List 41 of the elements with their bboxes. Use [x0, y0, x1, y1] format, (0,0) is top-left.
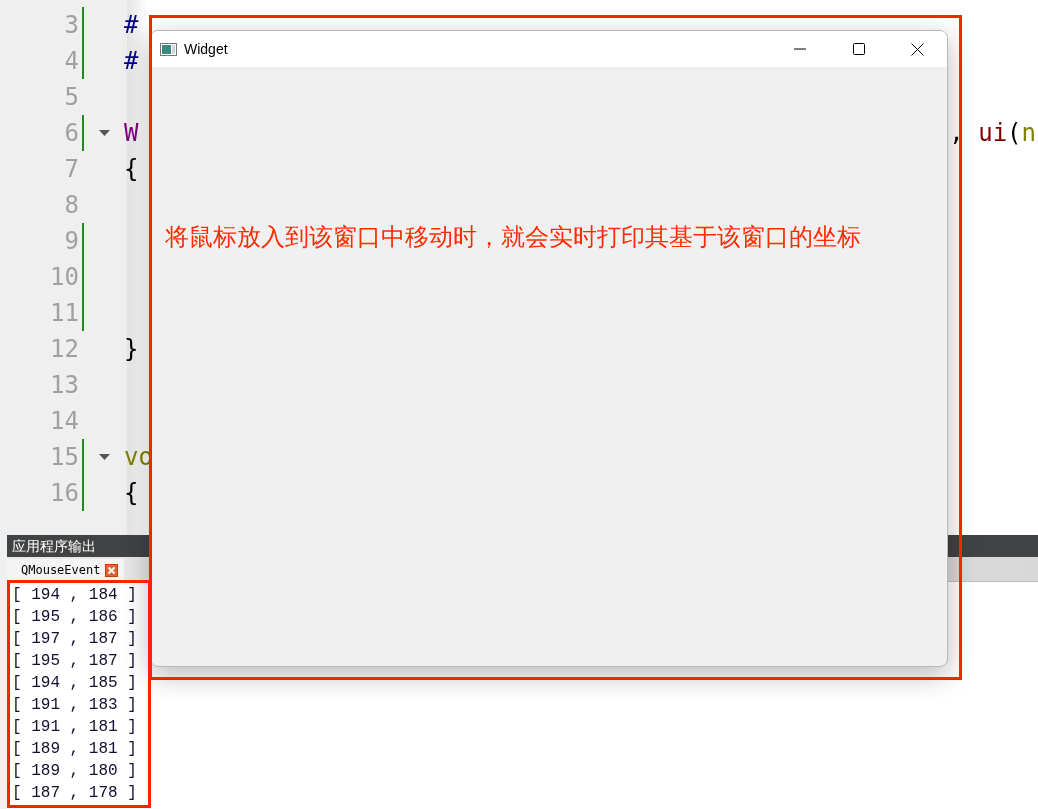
line-number: 3	[63, 11, 79, 39]
window-icon	[160, 42, 177, 56]
output-line: [ 194 , 185 ]	[12, 673, 138, 694]
code-text: }	[124, 335, 139, 363]
line-number: 11	[49, 299, 79, 327]
code-text: {	[124, 479, 139, 507]
close-icon[interactable]	[105, 563, 119, 577]
output-line: [ 191 , 181 ]	[12, 717, 138, 738]
output-line: [ 189 , 181 ]	[12, 739, 138, 760]
output-line: [ 195 , 187 ]	[12, 651, 138, 672]
output-line: [ 194 , 184 ]	[12, 585, 138, 606]
line-number: 7	[63, 155, 79, 183]
code-text: W	[124, 119, 139, 147]
close-icon	[911, 42, 924, 56]
code-text: #	[124, 47, 139, 75]
minimize-icon	[793, 48, 806, 50]
line-number: 9	[63, 227, 79, 255]
instruction-text: 将鼠标放入到该窗口中移动时，就会实时打印其基于该窗口的坐标	[165, 223, 861, 251]
fold-arrow-icon[interactable]	[98, 454, 110, 460]
code-text: #	[124, 11, 139, 39]
line-number: 16	[49, 479, 79, 507]
line-number: 15	[49, 443, 79, 471]
line-number: 10	[49, 263, 79, 291]
line-number: 13	[49, 371, 79, 399]
output-line: [ 197 , 187 ]	[12, 629, 138, 650]
output-line: [ 189 , 180 ]	[12, 761, 138, 782]
fold-arrow-icon[interactable]	[98, 130, 110, 136]
line-number: 5	[63, 83, 79, 111]
window-title: Widget	[184, 41, 228, 57]
line-number: 12	[49, 335, 79, 363]
line-number: 6	[63, 119, 79, 147]
line-number: 8	[63, 191, 79, 219]
output-line: [ 187 , 178 ]	[12, 783, 138, 804]
code-text: {	[124, 155, 139, 183]
maximize-icon	[852, 43, 865, 55]
code-text: , ui(n	[949, 119, 1036, 147]
output-line: [ 195 , 186 ]	[12, 607, 138, 628]
line-number: 14	[49, 407, 79, 435]
output-line: [ 191 , 183 ]	[12, 695, 138, 716]
output-tab[interactable]: QMouseEvent	[7, 559, 125, 581]
line-number: 4	[63, 47, 79, 75]
